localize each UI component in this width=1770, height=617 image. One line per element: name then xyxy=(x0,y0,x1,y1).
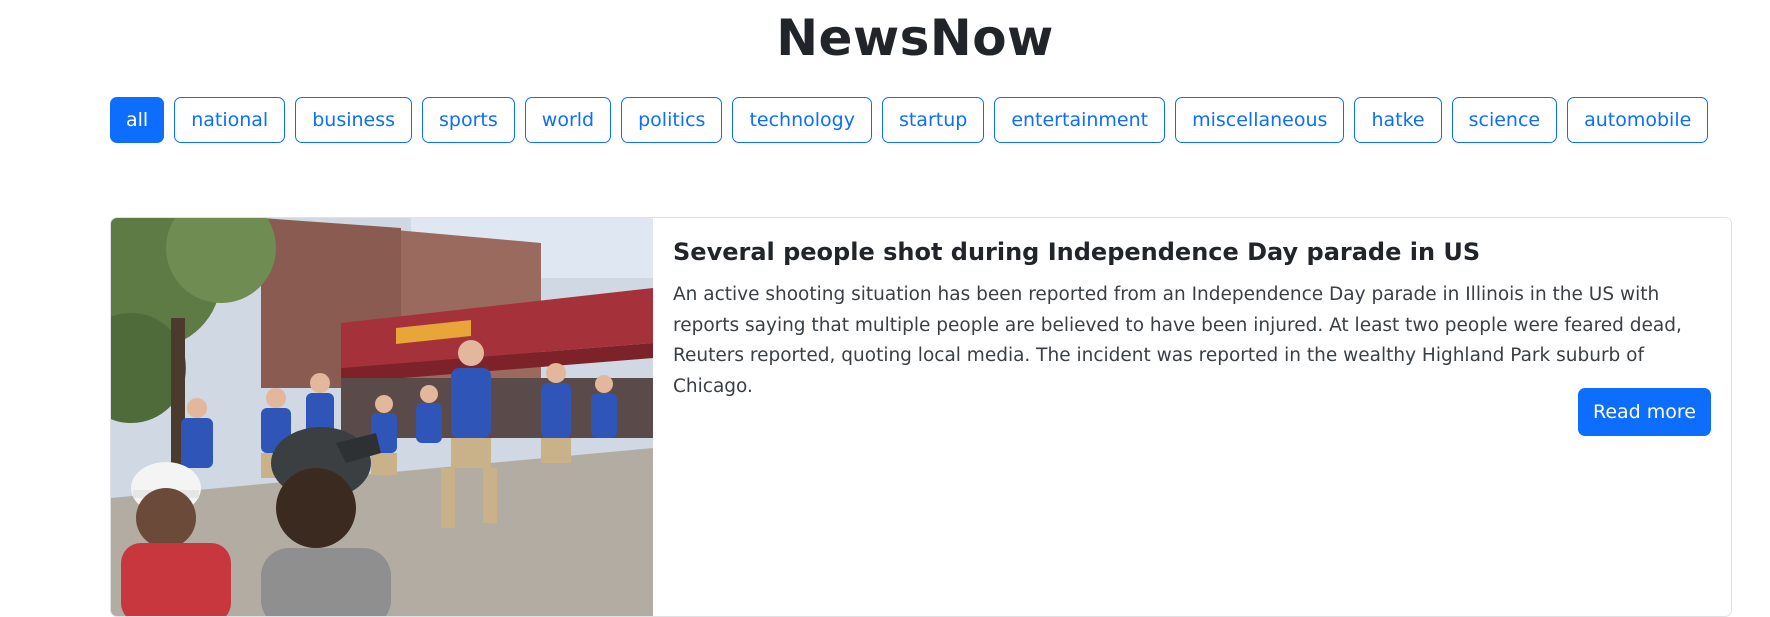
category-button-business[interactable]: business xyxy=(295,97,413,143)
category-button-miscellaneous[interactable]: miscellaneous xyxy=(1175,97,1345,143)
category-button-science[interactable]: science xyxy=(1451,97,1558,143)
news-content: An active shooting situation has been re… xyxy=(673,284,1682,397)
category-button-sports[interactable]: sports xyxy=(422,97,515,143)
news-card: Several people shot during Independence … xyxy=(110,217,1732,617)
category-button-technology[interactable]: technology xyxy=(732,97,872,143)
category-button-startup[interactable]: startup xyxy=(881,97,985,143)
news-title: Several people shot during Independence … xyxy=(673,238,1481,266)
category-button-hatke[interactable]: hatke xyxy=(1354,97,1442,143)
news-card-body: Several people shot during Independence … xyxy=(673,236,1703,402)
category-button-politics[interactable]: politics xyxy=(621,97,723,143)
category-button-automobile[interactable]: automobile xyxy=(1567,97,1709,143)
category-button-national[interactable]: national xyxy=(174,97,286,143)
category-button-entertainment[interactable]: entertainment xyxy=(994,97,1166,143)
read-more-button[interactable]: Read more xyxy=(1578,388,1711,436)
news-image xyxy=(111,218,653,616)
category-button-world[interactable]: world xyxy=(524,97,612,143)
category-button-all[interactable]: all xyxy=(110,97,165,143)
page-title: NewsNow xyxy=(776,9,1054,67)
category-bar: all national business sports world polit… xyxy=(110,97,1709,143)
